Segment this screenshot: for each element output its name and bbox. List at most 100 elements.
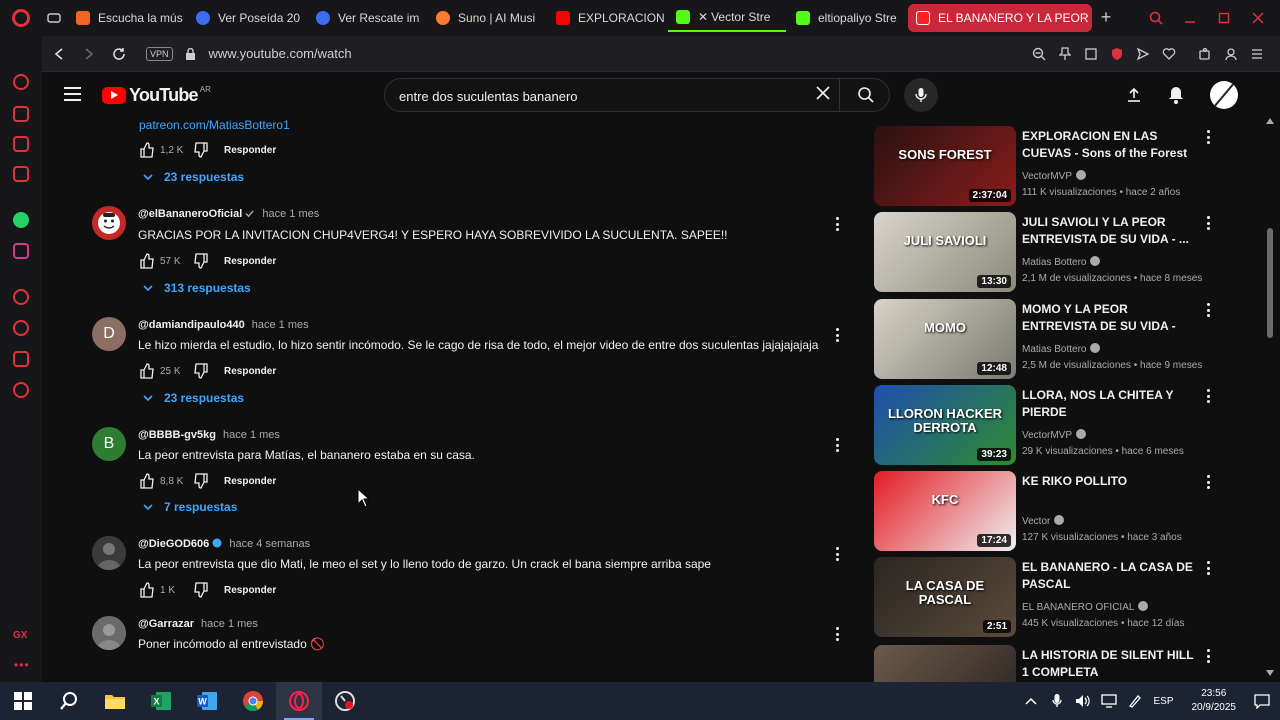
reply-button[interactable]: Responder [224,476,276,487]
view-replies-button[interactable]: 23 respuestas [142,170,244,184]
upload-button[interactable] [1123,84,1145,106]
start-button[interactable] [0,682,46,720]
comment-author[interactable]: @BBBB-gv5kg hace 1 mes [138,429,280,441]
thumbs-up-icon[interactable] [138,362,156,380]
more-options-icon[interactable] [832,327,842,343]
video-title[interactable]: LA HISTORIA DE SILENT HILL 1 COMPLETA [1022,647,1200,681]
youtube-logo[interactable]: YouTube AR [102,85,211,106]
thumbs-down-icon[interactable] [192,141,210,159]
video-thumbnail[interactable]: SONS FOREST 2:37:04 [874,126,1016,206]
taskbar-chrome[interactable] [230,682,276,720]
comment-author[interactable]: @damiandipaulo440 hace 1 mes [138,319,309,331]
search-input[interactable] [399,85,799,107]
thumbs-down-icon[interactable] [192,362,210,380]
thumbs-up-icon[interactable] [138,252,156,270]
comment-author[interactable]: @DieGOD606 hace 4 semanas [138,538,310,550]
comment-author[interactable]: @Garrazar hace 1 mes [138,618,258,630]
avatar[interactable] [92,206,126,240]
more-options-icon[interactable] [832,546,842,562]
language-indicator[interactable]: ESP [1153,696,1173,707]
video-thumbnail[interactable]: JULI SAVIOLI 13:30 [874,212,1016,292]
new-tab-button[interactable]: + [1094,6,1118,30]
taskbar-search-button[interactable] [46,682,92,720]
volume-icon[interactable] [1075,693,1091,709]
view-replies-button[interactable]: 23 respuestas [142,391,244,405]
thumbs-down-icon[interactable] [192,252,210,270]
video-title[interactable]: EXPLORACION EN LAS CUEVAS - Sons of the … [1022,128,1200,162]
reload-button[interactable] [106,41,132,67]
tab-1[interactable]: Escucha la mús [68,4,186,32]
back-button[interactable] [46,41,72,67]
patreon-link[interactable]: patreon.com/MatiasBottero1 [139,118,290,132]
view-replies-button[interactable]: 313 respuestas [142,281,251,295]
vpn-badge[interactable]: VPN [146,46,173,61]
easy-setup-icon[interactable] [1250,47,1264,61]
video-thumbnail[interactable]: KFC 17:24 [874,471,1016,551]
voice-search-button[interactable] [904,78,938,112]
notifications-button[interactable] [1165,84,1187,106]
shield-icon[interactable] [1110,47,1124,61]
recommended-video[interactable]: KFC 17:24 KE RIKO POLLITO Vector 127 K visua… [874,471,1220,551]
more-options-icon[interactable] [1205,561,1211,575]
video-title[interactable]: LLORA, NOS LA CHITEA Y PIERDE [1022,387,1200,421]
tab-4[interactable]: Suno | AI Musi [428,4,546,32]
scrollbar-thumb[interactable] [1267,228,1273,338]
tab-5[interactable]: EXPLORACION [548,4,666,32]
microphone-icon[interactable] [1049,693,1065,709]
thumbs-up-icon[interactable] [138,141,156,159]
recommended-video[interactable]: SONS FOREST 2:37:04 EXPLORACION EN LAS CUE… [874,126,1220,206]
taskbar-word[interactable]: W [184,682,230,720]
video-title[interactable]: EL BANANERO - LA CASA DE PASCAL [1022,559,1200,593]
avatar[interactable] [92,616,126,650]
account-avatar[interactable] [1210,81,1238,109]
video-title[interactable]: KE RIKO POLLITO [1022,473,1200,490]
video-thumbnail[interactable]: MOMO 12:48 [874,299,1016,379]
channel-name[interactable]: Matias Bottero [1022,256,1101,268]
recommended-video[interactable]: JULI SAVIOLI 13:30 JULI SAVIOLI Y LA PEOR … [874,212,1220,292]
search-button[interactable] [839,79,891,111]
download-icon[interactable] [1224,47,1238,61]
recommended-video[interactable]: LA HISTORIA DE SILENT HILL 1 COMPLETA [874,645,1220,682]
twitch-icon[interactable] [13,136,29,152]
more-options-icon[interactable] [1205,130,1211,144]
more-options-icon[interactable] [1205,216,1211,230]
tab-2[interactable]: Ver Poseída 20 [188,4,306,32]
extensions-icon[interactable] [13,351,29,367]
channel-name[interactable]: VectorMVP [1022,429,1087,441]
comment-author[interactable]: @elBananeroOficial hace 1 mes [138,208,319,220]
more-options-icon[interactable] [1205,389,1211,403]
more-options-icon[interactable] [1205,649,1211,663]
thumbs-up-icon[interactable] [138,581,156,599]
notifications-icon[interactable] [1254,693,1270,709]
search-tabs-icon[interactable] [1148,10,1164,26]
heart-icon[interactable] [1162,47,1176,61]
reply-button[interactable]: Responder [224,256,276,267]
gx-corner-icon[interactable] [13,106,29,122]
tab-gaming-icon[interactable] [42,4,66,32]
video-thumbnail[interactable] [874,645,1016,682]
tab-6[interactable]: ✕ Vector Stre [668,4,786,32]
news-icon[interactable] [13,166,29,182]
whatsapp-icon[interactable] [13,212,29,228]
more-options-icon[interactable] [1205,303,1211,317]
reply-button[interactable]: Responder [224,366,276,377]
chevron-up-icon[interactable] [1023,693,1039,709]
more-options-icon[interactable] [832,216,842,232]
tab-3[interactable]: Ver Rescate im [308,4,426,32]
more-options-icon[interactable] [832,437,842,453]
minimize-icon[interactable] [1182,10,1198,26]
more-options-icon[interactable] [832,626,842,642]
taskbar-opera-gx[interactable] [276,682,322,720]
tab-7[interactable]: eltiopaliyo Stre [788,4,906,32]
maximize-icon[interactable] [1216,10,1232,26]
zoom-out-icon[interactable] [1032,47,1046,61]
network-icon[interactable] [1101,693,1118,709]
avatar[interactable]: D [92,317,126,351]
instagram-icon[interactable] [13,243,29,259]
channel-name[interactable]: Vector [1022,515,1065,527]
more-icon[interactable]: ••• [14,658,30,672]
avatar[interactable] [92,536,126,570]
extensions-puzzle-icon[interactable] [1198,47,1212,61]
history-icon[interactable] [13,320,29,336]
settings-icon[interactable] [13,382,29,398]
